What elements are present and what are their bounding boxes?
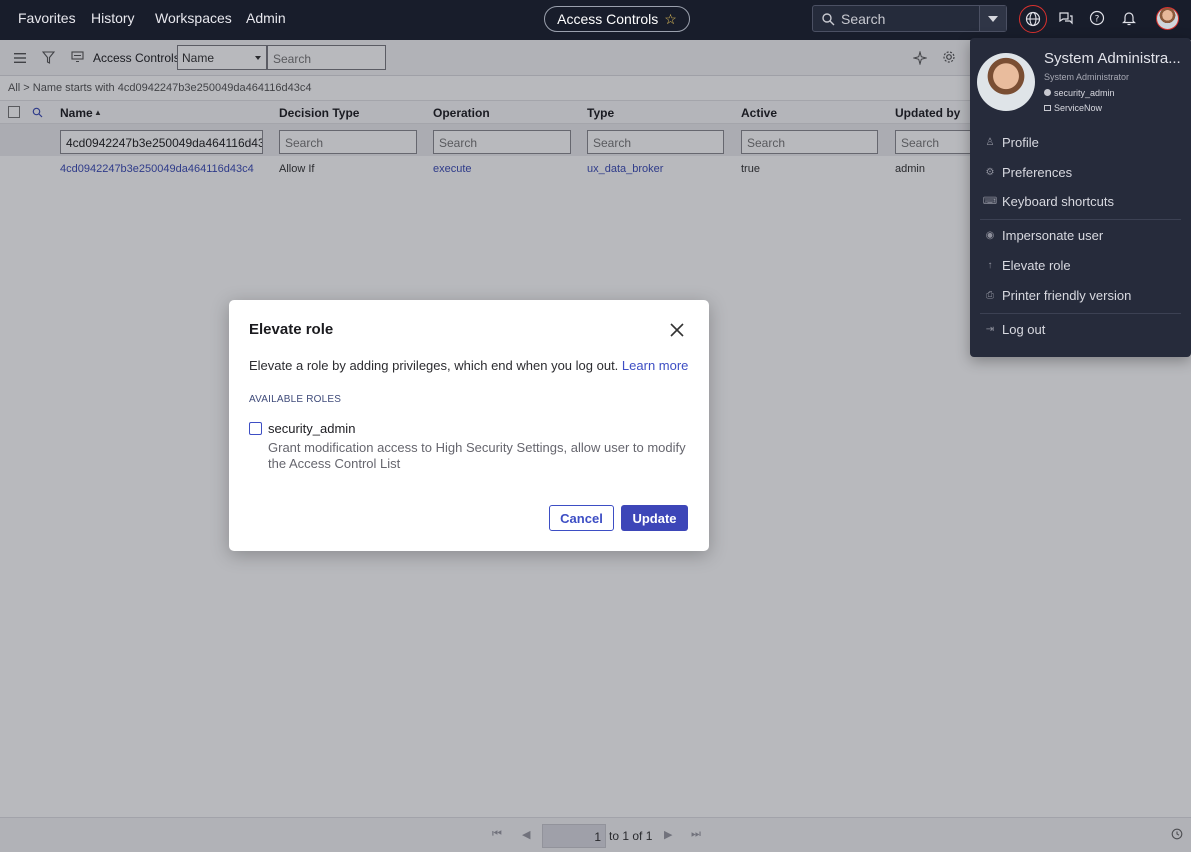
search-icon [822, 13, 835, 26]
menu-item-keyboard-shortcuts[interactable]: ⌨ Keyboard shortcuts [982, 194, 1115, 209]
menu-item-label: Keyboard shortcuts [1002, 194, 1115, 209]
menu-divider [980, 313, 1181, 314]
user-elevated-role: security_admin [1044, 88, 1115, 98]
nav-favorites[interactable]: Favorites [18, 10, 76, 26]
role-description: Grant modification access to High Securi… [268, 440, 686, 471]
menu-item-label: Preferences [1002, 165, 1073, 180]
menu-item-label: Profile [1002, 135, 1039, 150]
dialog-description-text: Elevate a role by adding privileges, whi… [249, 358, 619, 373]
bell-icon[interactable] [1120, 9, 1138, 27]
logout-icon: ⇥ [985, 324, 995, 335]
gear-icon: ⚙ [985, 167, 995, 178]
menu-item-profile[interactable]: ♙ Profile [984, 135, 1039, 150]
role-name-label[interactable]: security_admin [268, 421, 355, 436]
menu-item-preferences[interactable]: ⚙ Preferences [984, 165, 1073, 180]
user-avatar [977, 53, 1035, 111]
user-instance: ServiceNow [1044, 103, 1102, 113]
user-icon: ♙ [985, 137, 995, 148]
svg-text:?: ? [1095, 15, 1100, 25]
user-role-label: security_admin [1054, 88, 1115, 98]
update-button[interactable]: Update [621, 505, 688, 531]
eye-icon: ◉ [985, 230, 995, 241]
printer-icon: ⎙ [986, 290, 994, 301]
global-search-input[interactable]: Search [841, 11, 885, 27]
instance-icon [1044, 105, 1051, 111]
user-menu: System Administra... System Administrato… [970, 38, 1191, 357]
menu-item-label: Log out [1002, 322, 1046, 337]
dialog-description: Elevate a role by adding privileges, whi… [249, 358, 688, 373]
cancel-button[interactable]: Cancel [549, 505, 614, 531]
nav-workspaces[interactable]: Workspaces [155, 10, 232, 26]
user-avatar-button[interactable] [1156, 7, 1179, 30]
globe-icon [1025, 11, 1041, 27]
available-roles-heading: AVAILABLE ROLES [249, 394, 342, 405]
menu-divider [980, 219, 1181, 220]
menu-item-impersonate-user[interactable]: ◉ Impersonate user [984, 228, 1104, 243]
menu-item-log-out[interactable]: ⇥ Log out [984, 322, 1046, 337]
menu-item-label: Elevate role [1002, 258, 1071, 273]
context-pill-label: Access Controls [557, 11, 659, 27]
nav-admin[interactable]: Admin [246, 10, 286, 26]
elevate-role-dialog: Elevate role Elevate a role by adding pr… [229, 300, 709, 551]
menu-item-elevate-role[interactable]: ↑ Elevate role [984, 258, 1071, 273]
keyboard-icon: ⌨ [982, 196, 998, 207]
user-name: System Administra... [1044, 50, 1181, 67]
arrow-up-icon: ↑ [987, 260, 993, 271]
learn-more-link[interactable]: Learn more [622, 358, 688, 373]
close-icon[interactable] [669, 322, 685, 338]
star-icon[interactable]: ☆ [664, 11, 677, 28]
menu-item-label: Impersonate user [1002, 228, 1104, 243]
user-title: System Administrator [1044, 72, 1130, 82]
top-nav: Favorites History Workspaces Admin Acces… [0, 0, 1191, 40]
nav-history[interactable]: History [91, 10, 135, 26]
menu-item-label: Printer friendly version [1002, 288, 1132, 303]
role-dot-icon [1044, 89, 1051, 96]
search-scope-dropdown[interactable] [979, 6, 1006, 31]
context-pill[interactable]: Access Controls ☆ [544, 6, 690, 32]
help-icon[interactable]: ? [1088, 9, 1106, 27]
chat-icon[interactable] [1057, 9, 1075, 27]
global-search[interactable]: Search [812, 5, 1007, 32]
instance-label: ServiceNow [1054, 103, 1103, 113]
menu-item-printer-friendly[interactable]: ⎙ Printer friendly version [984, 288, 1131, 303]
security-admin-checkbox[interactable] [249, 422, 262, 435]
dialog-title: Elevate role [249, 321, 334, 338]
